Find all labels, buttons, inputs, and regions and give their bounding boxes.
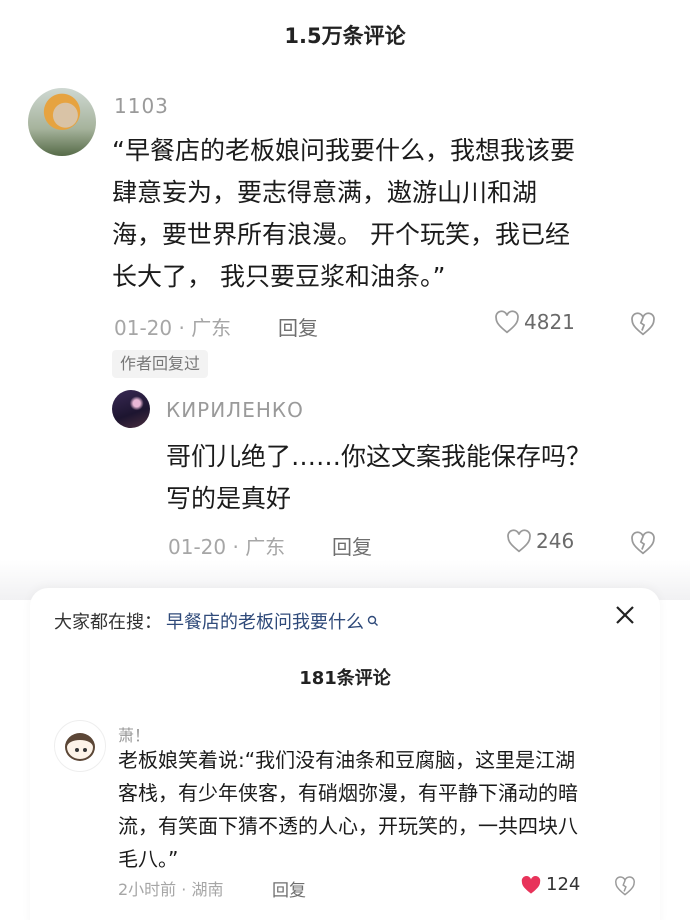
heart-broken-icon <box>631 312 655 336</box>
reply-text: 哥们儿绝了……你这文案我能保存吗？ 写的是真好 <box>166 436 656 520</box>
comment-line: 客栈，有少年侠客，有硝烟弥漫，有平静下涌动的暗 <box>118 781 578 805</box>
comment-line: 流，有笑面下猜不透的人心，开玩笑的，一共四块八 <box>118 814 578 838</box>
comment-text: “早餐店的老板娘问我要什么，我想我该要 肆意妄为，要志得意满，遨游山川和湖 海，… <box>112 130 662 298</box>
dislike-button[interactable] <box>630 531 656 559</box>
reply-button[interactable]: 回复 <box>272 876 306 901</box>
avatar[interactable] <box>54 720 106 772</box>
trending-search[interactable]: 大家都在搜： 早餐店的老板问我要什么 <box>54 608 379 634</box>
comment-date-location: 01-20 · 广东 <box>114 316 232 340</box>
comment-line: 老板娘笑着说:“我们没有油条和豆腐脑，这里是江湖 <box>118 748 576 772</box>
heart-broken-icon <box>615 876 635 896</box>
comment-date-location: 2小时前 · 湖南 <box>118 880 224 899</box>
search-prefix: 大家都在搜： <box>54 612 162 633</box>
avatar-eye <box>75 748 79 752</box>
comment-line: 长大了， 我只要豆浆和油条。” <box>112 262 446 291</box>
search-query-link[interactable]: 早餐店的老板问我要什么 <box>166 608 364 634</box>
reply-line: 哥们儿绝了……你这文案我能保存吗？ <box>166 442 592 471</box>
dislike-button[interactable] <box>614 876 636 900</box>
comment-line: “早餐店的老板娘问我要什么，我想我该要 <box>112 136 575 165</box>
avatar-face <box>65 733 95 761</box>
like-count: 124 <box>546 874 581 895</box>
reply-date-location: 01-20 · 广东 <box>168 535 286 559</box>
avatar[interactable] <box>112 390 150 428</box>
search-icon <box>367 615 378 626</box>
dislike-button[interactable] <box>630 312 656 340</box>
author-replied-badge: 作者回复过 <box>112 350 209 378</box>
heart-outline-icon <box>495 310 519 334</box>
avatar-eye <box>83 748 87 752</box>
like-count: 246 <box>536 529 575 553</box>
heart-broken-icon <box>631 531 655 555</box>
comment-count-title: 1.5万条评论 <box>284 24 406 48</box>
comment-username[interactable]: 1103 <box>114 94 169 118</box>
avatar[interactable] <box>28 88 96 156</box>
comment-line: 海，要世界所有浪漫。 开个玩笑，我已经 <box>112 220 570 249</box>
heart-outline-icon <box>507 529 531 553</box>
like-button[interactable]: 4821 <box>494 310 575 334</box>
comment-text: 老板娘笑着说:“我们没有油条和豆腐脑，这里是江湖 客栈，有少年侠客，有硝烟弥漫，… <box>118 744 638 876</box>
reply-line: 写的是真好 <box>166 484 292 513</box>
heart-filled-icon <box>521 875 541 894</box>
comments-panel: 1.5万条评论 1103 “早餐店的老板娘问我要什么，我想我该要 肆意妄为，要志… <box>0 0 690 600</box>
comment-username[interactable]: 萧！ <box>118 722 150 746</box>
comment-line: 毛八。” <box>118 847 179 871</box>
reply-button[interactable]: 回复 <box>332 531 372 560</box>
like-button[interactable]: 124 <box>520 874 580 895</box>
close-button[interactable] <box>614 604 636 626</box>
reply-username[interactable]: КИРИЛЕНКО <box>166 398 304 422</box>
reply-button[interactable]: 回复 <box>278 312 318 341</box>
comment-line: 肆意妄为，要志得意满，遨游山川和湖 <box>112 178 538 207</box>
sheet-comment-count: 181条评论 <box>299 668 391 689</box>
like-count: 4821 <box>524 310 575 334</box>
like-button[interactable]: 246 <box>506 529 574 553</box>
close-icon <box>616 606 634 624</box>
